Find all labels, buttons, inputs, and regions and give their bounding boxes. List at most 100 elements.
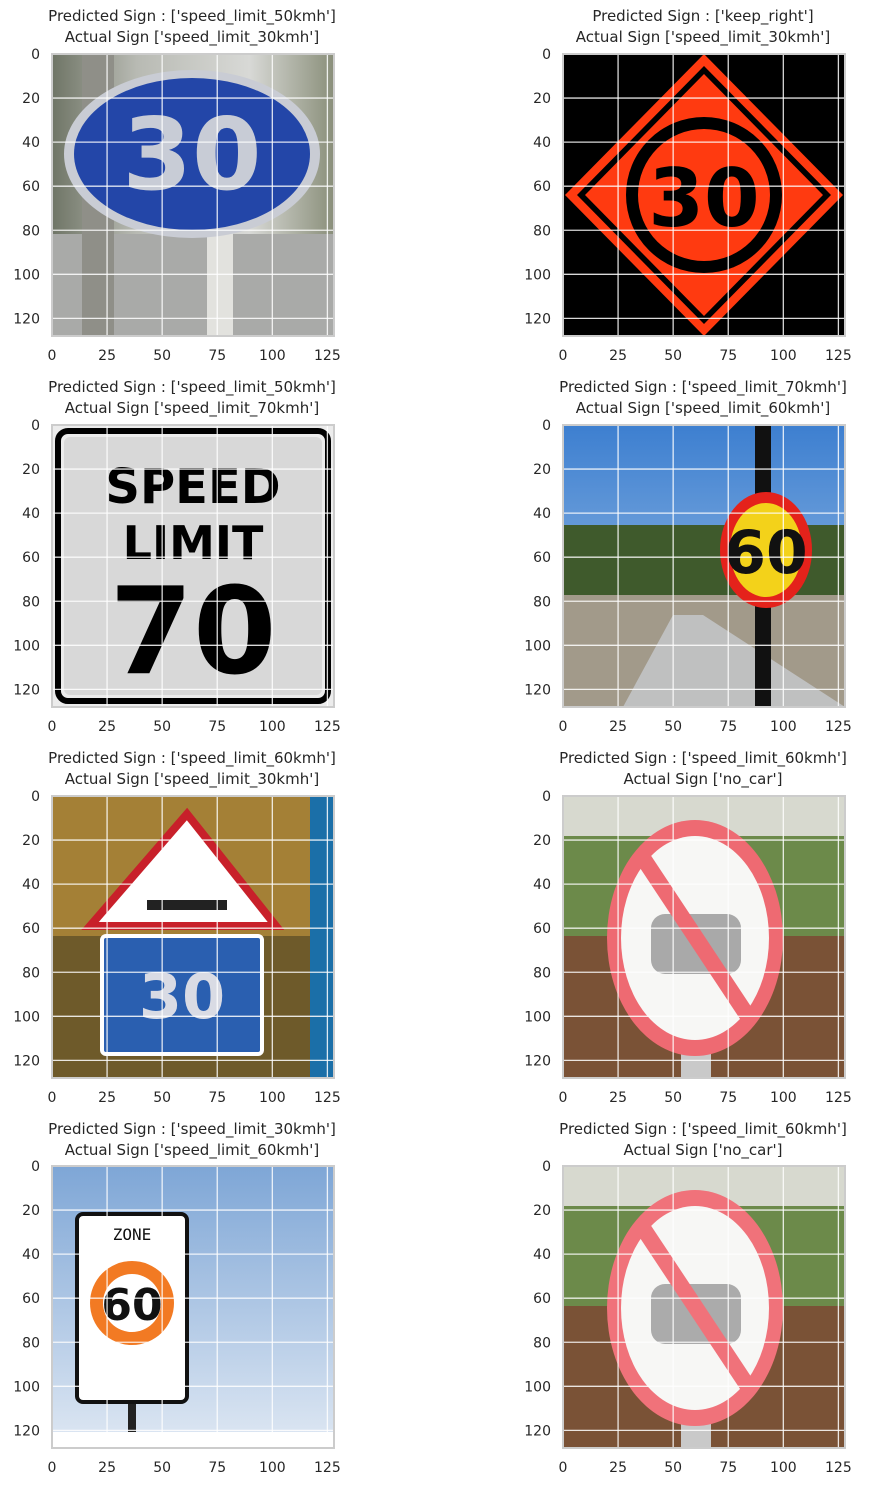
- predicted-title: Predicted Sign : ['keep_right']: [592, 7, 814, 25]
- axes: 0 25 50 75 100 125 0 20 40 60 80 100 120: [13, 47, 340, 364]
- actual-title: Actual Sign ['speed_limit_60kmh']: [64, 1141, 320, 1159]
- y-tick-label: 0: [542, 418, 551, 434]
- x-tick-label: 25: [98, 1460, 116, 1476]
- y-tick-label: 60: [533, 921, 551, 937]
- axes-frame: [562, 424, 846, 708]
- y-tick-label: 80: [22, 965, 40, 981]
- x-tick-label: 100: [259, 719, 286, 735]
- y-tick-label: 60: [22, 550, 40, 566]
- y-tick-label: 0: [31, 1159, 40, 1175]
- panel-6: Predicted Sign : ['speed_limit_60kmh'] A…: [523, 748, 873, 1118]
- x-tick-label: 50: [664, 1090, 682, 1106]
- y-tick-label: 40: [22, 1247, 40, 1263]
- axes-frame: [51, 1165, 335, 1449]
- y-tick-label: 100: [524, 1379, 551, 1395]
- axes-frame: [51, 795, 335, 1079]
- x-tick-label: 50: [153, 1460, 171, 1476]
- axes-frame: [51, 424, 335, 708]
- y-tick-label: 60: [533, 179, 551, 195]
- axes-frame: [562, 1165, 846, 1449]
- y-tick-label: 20: [533, 462, 551, 478]
- x-tick-label: 0: [48, 1460, 57, 1476]
- x-tick-label: 0: [559, 1460, 568, 1476]
- predicted-title: Predicted Sign : ['speed_limit_30kmh']: [48, 1120, 336, 1138]
- x-tick-label: 125: [825, 1460, 852, 1476]
- x-tick-label: 50: [664, 719, 682, 735]
- y-tick-label: 80: [22, 223, 40, 239]
- panel-7: Predicted Sign : ['speed_limit_30kmh'] A…: [12, 1119, 372, 1489]
- y-tick-label: 40: [533, 135, 551, 151]
- y-tick-label: 100: [13, 267, 40, 283]
- actual-title: Actual Sign ['no_car']: [623, 770, 783, 788]
- axes-frame: [51, 53, 335, 337]
- x-tick-label: 75: [208, 719, 226, 735]
- y-tick-label: 0: [31, 47, 40, 63]
- x-tick-label: 100: [770, 1090, 797, 1106]
- y-tick-label: 20: [533, 1203, 551, 1219]
- x-tick-label: 25: [609, 348, 627, 364]
- x-tick-label: 25: [98, 348, 116, 364]
- x-tick-label: 125: [314, 1090, 341, 1106]
- y-tick-label: 40: [533, 506, 551, 522]
- y-tick-label: 0: [542, 1159, 551, 1175]
- y-tick-label: 100: [524, 1009, 551, 1025]
- x-tick-label: 75: [208, 348, 226, 364]
- image-plot: SPEED LIMIT 70 0 25 50 75 100 125 0 20 40 60 80 100…: [13, 418, 340, 735]
- y-tick-label: 120: [524, 682, 551, 698]
- y-tick-label: 60: [22, 1291, 40, 1307]
- y-tick-label: 20: [533, 91, 551, 107]
- x-tick-label: 75: [208, 1090, 226, 1106]
- panel-8: Predicted Sign : ['speed_limit_60kmh'] A…: [523, 1119, 873, 1489]
- x-tick-label: 125: [825, 719, 852, 735]
- x-tick-label: 50: [153, 719, 171, 735]
- x-tick-label: 0: [559, 719, 568, 735]
- axes: 0 25 50 75 100 125 0 20 40 60 80 100 120: [524, 418, 851, 735]
- actual-title: Actual Sign ['speed_limit_30kmh']: [575, 28, 831, 46]
- x-tick-label: 125: [314, 348, 341, 364]
- x-tick-label: 0: [559, 1090, 568, 1106]
- x-tick-label: 0: [48, 348, 57, 364]
- x-tick-label: 75: [719, 1090, 737, 1106]
- axes: 0 25 50 75 100 125 0 20 40 60 80 100 120: [524, 789, 851, 1106]
- image-plot: 30 0 25 50 75 100 125 0 20 40 60 80 100 120: [524, 47, 851, 364]
- y-tick-label: 80: [22, 594, 40, 610]
- x-tick-label: 100: [770, 1460, 797, 1476]
- x-tick-label: 100: [259, 1460, 286, 1476]
- y-tick-label: 40: [533, 877, 551, 893]
- x-tick-label: 25: [98, 1090, 116, 1106]
- y-tick-label: 20: [533, 833, 551, 849]
- y-tick-label: 40: [22, 135, 40, 151]
- x-tick-label: 100: [770, 348, 797, 364]
- x-tick-label: 50: [153, 1090, 171, 1106]
- y-tick-label: 100: [13, 1379, 40, 1395]
- x-tick-label: 100: [259, 1090, 286, 1106]
- panel-5: Predicted Sign : ['speed_limit_60kmh'] A…: [12, 748, 372, 1118]
- panel-1: Predicted Sign : ['speed_limit_50kmh'] A…: [12, 6, 372, 376]
- axes: 0 25 50 75 100 125 0 20 40 60 80 100 120: [524, 1159, 851, 1476]
- x-tick-label: 0: [48, 719, 57, 735]
- predicted-title: Predicted Sign : ['speed_limit_50kmh']: [48, 7, 336, 25]
- y-tick-label: 80: [533, 223, 551, 239]
- y-tick-label: 60: [22, 921, 40, 937]
- actual-title: Actual Sign ['speed_limit_60kmh']: [575, 399, 831, 417]
- y-tick-label: 0: [542, 789, 551, 805]
- image-plot: 30 0 25 50 75 100 125 0 20 40 60 80 100 120: [13, 789, 340, 1106]
- x-tick-label: 100: [259, 348, 286, 364]
- y-tick-label: 20: [22, 833, 40, 849]
- y-tick-label: 100: [13, 1009, 40, 1025]
- x-tick-label: 125: [314, 719, 341, 735]
- panel-4: Predicted Sign : ['speed_limit_70kmh'] A…: [523, 377, 873, 747]
- y-tick-label: 100: [13, 638, 40, 654]
- image-plot: 0 25 50 75 100 125 0 20 40 60 80 100 120: [524, 789, 851, 1106]
- x-tick-label: 25: [609, 1090, 627, 1106]
- x-tick-label: 125: [825, 1090, 852, 1106]
- y-tick-label: 40: [22, 506, 40, 522]
- y-tick-label: 60: [22, 179, 40, 195]
- predicted-title: Predicted Sign : ['speed_limit_50kmh']: [48, 378, 336, 396]
- x-tick-label: 75: [719, 348, 737, 364]
- x-tick-label: 50: [664, 1460, 682, 1476]
- y-tick-label: 80: [533, 594, 551, 610]
- predicted-title: Predicted Sign : ['speed_limit_60kmh']: [559, 749, 847, 767]
- y-tick-label: 80: [533, 1335, 551, 1351]
- actual-title: Actual Sign ['no_car']: [623, 1141, 783, 1159]
